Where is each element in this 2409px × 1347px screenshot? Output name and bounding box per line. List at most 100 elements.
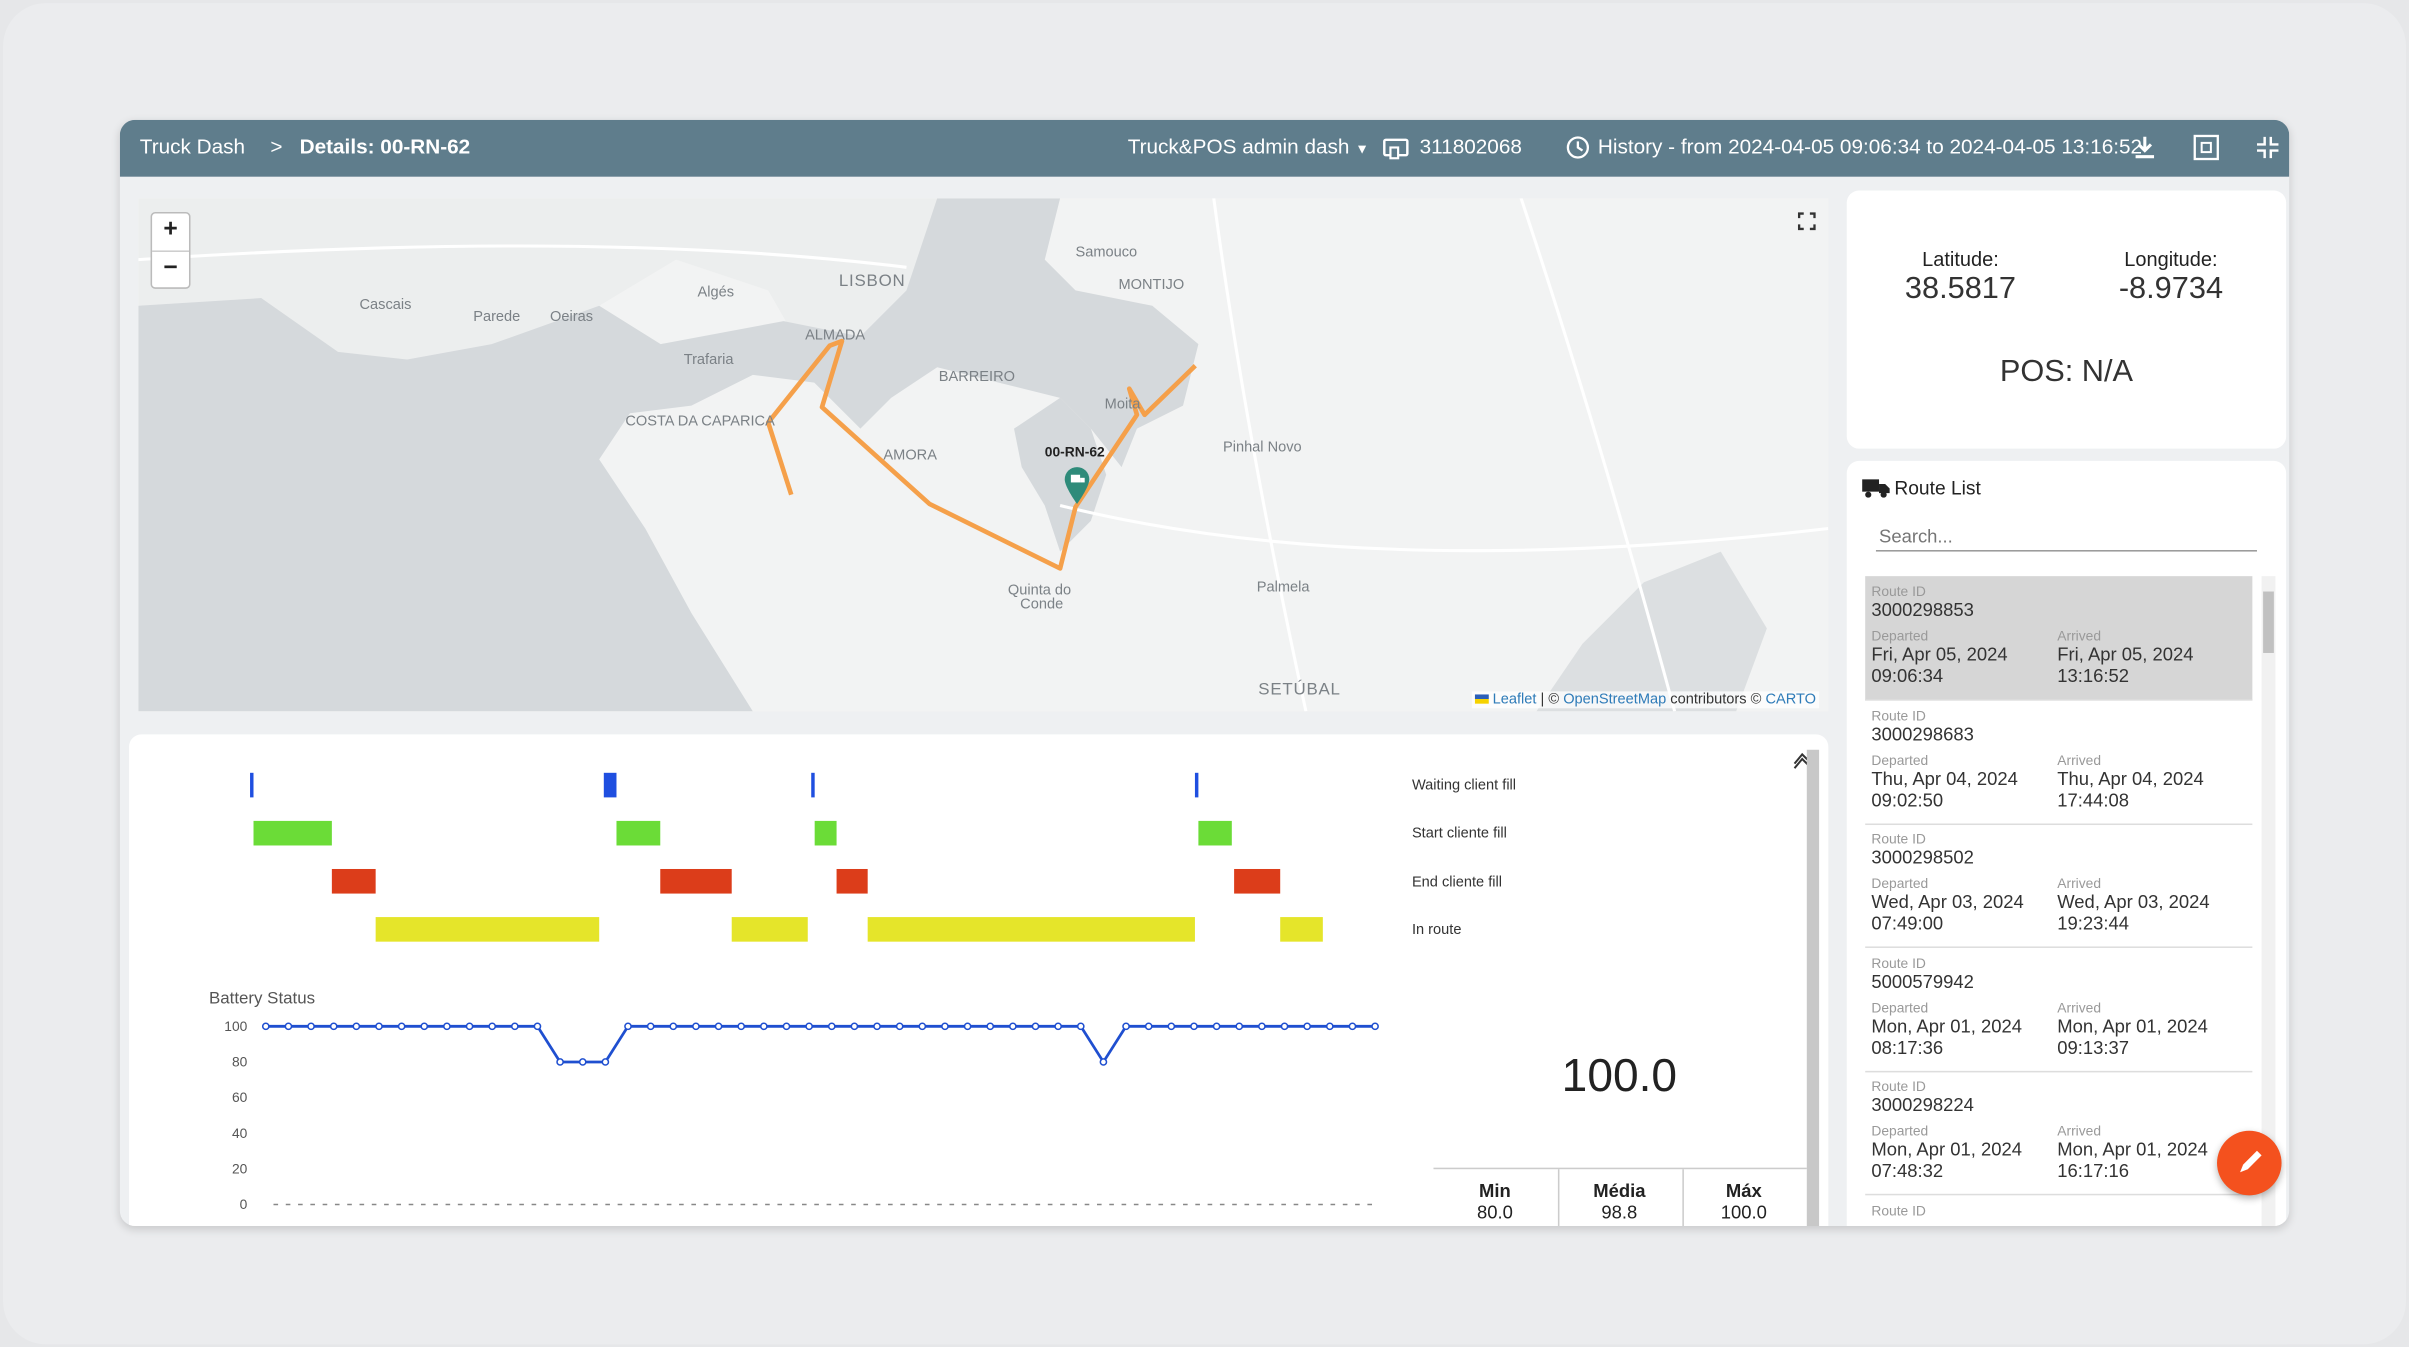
battery-point[interactable]: [918, 1022, 927, 1031]
battery-point[interactable]: [397, 1022, 406, 1031]
battery-point[interactable]: [873, 1022, 881, 1031]
timeline-segment[interactable]: [375, 917, 600, 942]
battery-point[interactable]: [1235, 1022, 1244, 1031]
battery-point[interactable]: [986, 1022, 995, 1031]
battery-point[interactable]: [556, 1058, 564, 1066]
battery-point[interactable]: [443, 1022, 451, 1031]
map-label: Pinhal Novo: [1222, 439, 1302, 457]
fullscreen-icon[interactable]: [1797, 210, 1816, 238]
battery-point[interactable]: [375, 1022, 383, 1031]
battery-point[interactable]: [624, 1022, 632, 1031]
battery-point[interactable]: [488, 1022, 497, 1031]
battery-point[interactable]: [895, 1022, 904, 1031]
battery-point[interactable]: [1325, 1022, 1334, 1031]
timeline-segment[interactable]: [616, 820, 661, 846]
timeline-segment[interactable]: [836, 868, 868, 894]
battery-point[interactable]: [352, 1022, 361, 1031]
route-list-item[interactable]: Route ID 5000579942 Departed Mon, Apr 01, 2…: [1865, 947, 2253, 1072]
truck-marker-icon[interactable]: [1063, 466, 1091, 514]
battery-point[interactable]: [669, 1022, 678, 1031]
route-search-input[interactable]: [1875, 522, 2257, 552]
battery-point[interactable]: [329, 1022, 338, 1031]
zoom-out-button[interactable]: −: [152, 250, 189, 288]
battery-point[interactable]: [1031, 1022, 1040, 1031]
battery-point[interactable]: [1076, 1022, 1085, 1031]
device-id: 311802068: [1419, 135, 1522, 159]
battery-point[interactable]: [1122, 1022, 1130, 1031]
battery-point[interactable]: [737, 1022, 746, 1031]
battery-point[interactable]: [1144, 1022, 1153, 1031]
departed-time: 08:17:36: [1871, 1036, 1944, 1058]
battery-point[interactable]: [578, 1058, 587, 1066]
timeline-segment[interactable]: [811, 772, 815, 798]
battery-point[interactable]: [760, 1022, 768, 1031]
zoom-in-button[interactable]: +: [152, 214, 189, 251]
battery-point[interactable]: [646, 1022, 655, 1031]
battery-point[interactable]: [510, 1022, 519, 1031]
departed-label: Departed: [1871, 999, 1929, 1015]
timeline-segment[interactable]: [250, 772, 254, 798]
timeline-segment[interactable]: [603, 772, 617, 798]
scrollbar-thumb[interactable]: [2263, 591, 2274, 653]
timeline-row-label: Waiting client fill: [1411, 777, 1517, 795]
battery-point[interactable]: [1371, 1022, 1379, 1031]
battery-point[interactable]: [714, 1022, 723, 1031]
battery-point[interactable]: [307, 1022, 315, 1031]
departed-time: 07:49:00: [1871, 912, 1944, 935]
battery-point[interactable]: [805, 1022, 813, 1031]
battery-point[interactable]: [1212, 1022, 1221, 1031]
edit-button[interactable]: [2217, 1130, 2282, 1196]
battery-point[interactable]: [465, 1022, 474, 1031]
map-label: Conde: [1020, 596, 1064, 614]
timeline-segment[interactable]: [253, 820, 332, 846]
timeline-segment[interactable]: [1194, 772, 1199, 798]
route-list-item[interactable]: Route ID 3000298502 Departed Wed, Apr 03, 2…: [1865, 824, 2253, 948]
arrived-time: 16:17:16: [2057, 1159, 2130, 1182]
history-range[interactable]: History - from 2024-04-05 09:06:34 to 20…: [1598, 135, 2142, 158]
leaflet-link[interactable]: Leaflet: [1493, 691, 1537, 708]
timeline-segment[interactable]: [814, 820, 837, 846]
battery-point[interactable]: [1280, 1022, 1289, 1031]
battery-point[interactable]: [1054, 1022, 1062, 1031]
battery-point[interactable]: [1303, 1022, 1312, 1031]
battery-point[interactable]: [601, 1058, 610, 1066]
breadcrumb-root[interactable]: Truck Dash: [140, 135, 245, 158]
battery-point[interactable]: [284, 1022, 293, 1031]
battery-point[interactable]: [1099, 1058, 1108, 1066]
timeline-segment[interactable]: [660, 868, 732, 894]
route-list-item[interactable]: Route ID 3000298224 Departed Mon, Apr 01, 2…: [1865, 1071, 2253, 1196]
battery-point[interactable]: [1258, 1022, 1266, 1031]
chart-scrollbar[interactable]: [1806, 749, 1820, 1227]
download-icon[interactable]: [2134, 135, 2156, 164]
battery-point[interactable]: [261, 1022, 270, 1031]
scrollbar[interactable]: [2261, 576, 2276, 1227]
battery-point[interactable]: [941, 1022, 949, 1031]
battery-point[interactable]: [1348, 1022, 1357, 1031]
map[interactable]: + − LISBON MONTIJO Samouco Algés Cascais…: [138, 198, 1829, 712]
y-tick-label: 20: [232, 1161, 248, 1177]
osm-link[interactable]: OpenStreetMap: [1563, 691, 1666, 708]
battery-point[interactable]: [782, 1022, 791, 1031]
battery-point[interactable]: [827, 1022, 836, 1031]
carto-link[interactable]: CARTO: [1765, 691, 1816, 708]
exit-fullscreen-icon[interactable]: [2256, 136, 2279, 163]
route-list-item[interactable]: Route ID 3000298683 Departed Thu, Apr 04, 2…: [1865, 700, 2253, 825]
battery-point[interactable]: [963, 1022, 972, 1031]
timeline-segment[interactable]: [331, 868, 376, 894]
battery-point[interactable]: [1190, 1022, 1198, 1031]
timeline-segment[interactable]: [1280, 917, 1323, 942]
battery-point[interactable]: [1009, 1022, 1017, 1031]
battery-point[interactable]: [420, 1022, 429, 1031]
battery-point[interactable]: [692, 1022, 700, 1031]
timeline-segment[interactable]: [1234, 868, 1281, 894]
timeline-segment[interactable]: [1198, 820, 1232, 846]
battery-point[interactable]: [850, 1022, 859, 1031]
timeline-segment[interactable]: [867, 917, 1195, 942]
timeline-segment[interactable]: [731, 917, 808, 942]
route-list-item[interactable]: Route ID 3000298853 Departed Fri, Apr 05, 2…: [1865, 576, 2253, 701]
screenshot-icon[interactable]: [2192, 134, 2220, 166]
battery-point[interactable]: [1167, 1022, 1176, 1031]
dashboard-select[interactable]: Truck&POS admin dash ▼: [1128, 135, 1369, 158]
route-list-item[interactable]: Route ID: [1865, 1195, 2252, 1226]
battery-point[interactable]: [533, 1022, 542, 1031]
